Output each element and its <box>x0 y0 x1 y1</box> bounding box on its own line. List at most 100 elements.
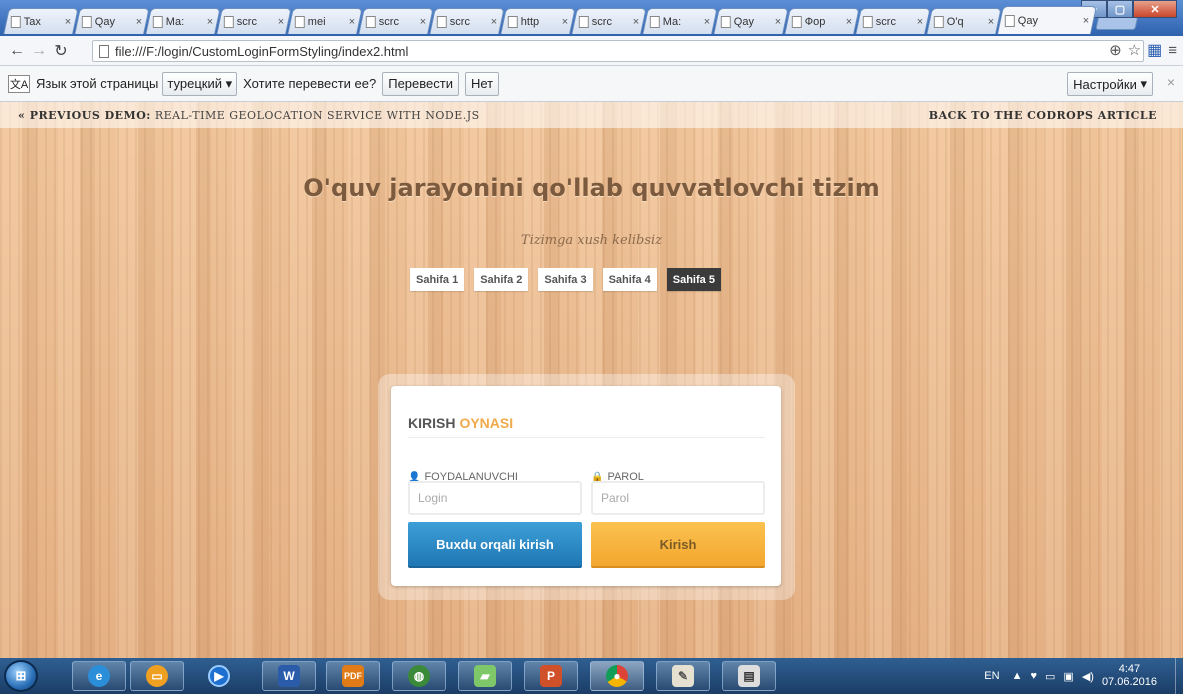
close-icon[interactable]: × <box>490 16 496 28</box>
close-icon[interactable]: × <box>561 16 567 28</box>
taskbar-powerpoint[interactable]: P <box>524 661 578 691</box>
browser-tab-active[interactable]: Qay × <box>997 6 1097 34</box>
bookmark-star-icon[interactable]: ☆ <box>1128 41 1141 59</box>
url-text: file:///F:/login/CustomLoginFormStyling/… <box>115 43 409 59</box>
barcode-login-button[interactable]: Buxdu orqali kirish <box>408 522 582 568</box>
language-select[interactable]: турецкий ▾ <box>162 71 238 96</box>
taskbar-explorer[interactable]: ▭ <box>130 661 184 691</box>
nav-sahifa-2[interactable]: Sahifa 2 <box>474 268 529 291</box>
close-icon[interactable]: × <box>206 16 212 28</box>
login-button[interactable]: Kirish <box>591 522 765 568</box>
browser-tab[interactable]: http × <box>500 8 576 34</box>
tray-up-arrow-icon[interactable]: ▲ <box>1012 670 1023 682</box>
browser-tab[interactable]: Ma: × <box>145 8 221 34</box>
no-button[interactable]: Нет <box>464 71 500 96</box>
login-input[interactable]: Login <box>408 481 582 515</box>
nav-sahifa-5[interactable]: Sahifa 5 <box>666 268 721 291</box>
browser-tab[interactable]: scrc × <box>429 8 505 34</box>
window-close-icon[interactable]: ✕ <box>1133 0 1177 18</box>
clock[interactable]: 4:47 07.06.2016 <box>1102 663 1157 689</box>
close-icon[interactable]: × <box>774 16 780 28</box>
paint-icon: ✎ <box>672 665 694 687</box>
nav-sahifa-3[interactable]: Sahifa 3 <box>538 268 593 291</box>
browser-tab-strip: Tax × Qay × Ma: × scrc × mei × scrc × scrc × ht… <box>0 0 1183 36</box>
nav-sahifa-4[interactable]: Sahifa 4 <box>602 268 657 291</box>
page-icon <box>791 15 802 28</box>
form-heading-main: KIRISH <box>408 415 456 431</box>
translate-button[interactable]: Перевести <box>382 71 459 96</box>
browser-tab[interactable]: scrc × <box>855 8 931 34</box>
close-icon[interactable]: × <box>987 16 993 28</box>
page-icon <box>507 15 518 28</box>
menu-icon[interactable]: ≡ <box>1168 42 1177 59</box>
maximize-icon[interactable]: ▢ <box>1107 0 1133 18</box>
browser-tab[interactable]: Ma: × <box>642 8 718 34</box>
browser-tab[interactable]: Фор × <box>784 8 860 34</box>
apps-grid-icon[interactable]: ▦ <box>1147 40 1162 60</box>
back-to-article-link[interactable]: BACK TO THE CODROPS ARTICLE <box>929 109 1157 122</box>
page-icon <box>81 15 92 28</box>
close-icon[interactable]: × <box>703 16 709 28</box>
tab-title: Qay <box>1017 14 1039 27</box>
taskbar-ie[interactable]: e <box>72 661 126 691</box>
chevron-down-icon: ▾ <box>225 75 233 91</box>
browser-tab[interactable]: Tax × <box>3 8 79 34</box>
page-subtitle: Tizimga xush kelibsiz <box>520 233 663 248</box>
settings-button[interactable]: Настройки ▾ <box>1067 72 1153 96</box>
screen-icon[interactable]: ▭ <box>1045 670 1055 683</box>
tab-title: mei <box>307 15 326 28</box>
close-icon[interactable]: × <box>632 16 638 28</box>
nav-sahifa-1[interactable]: Sahifa 1 <box>410 268 465 291</box>
taskbar-pdf[interactable]: PDF <box>326 661 380 691</box>
page-nav: Sahifa 1 Sahifa 2 Sahifa 3 Sahifa 4 Sahi… <box>410 268 721 291</box>
translate-icon: 文A <box>8 74 30 93</box>
language-indicator[interactable]: EN <box>984 670 999 682</box>
back-arrow-icon[interactable]: ← <box>6 42 28 60</box>
browser-tab[interactable]: scrc × <box>571 8 647 34</box>
browser-tab[interactable]: Qay × <box>74 8 150 34</box>
page-icon <box>223 15 234 28</box>
password-input[interactable]: Parol <box>591 481 765 515</box>
close-icon[interactable]: × <box>1167 74 1175 90</box>
address-bar[interactable]: file:///F:/login/CustomLoginFormStyling/… <box>92 40 1144 62</box>
close-icon[interactable]: × <box>419 16 425 28</box>
settings-label: Настройки <box>1073 76 1137 92</box>
forward-arrow-icon[interactable]: → <box>28 42 50 60</box>
browser-tab[interactable]: scrc × <box>216 8 292 34</box>
taskbar-chrome[interactable]: ● <box>590 661 644 691</box>
taskbar-globe[interactable]: ◍ <box>392 661 446 691</box>
browser-toolbar: ← → ↻ file:///F:/login/CustomLoginFormSt… <box>0 36 1183 66</box>
tab-title: Qay <box>733 15 755 28</box>
zoom-icon[interactable]: ⊕ <box>1109 41 1122 59</box>
reload-icon[interactable]: ↻ <box>50 41 72 61</box>
taskbar-notes[interactable]: ▰ <box>458 661 512 691</box>
taskbar-calculator[interactable]: ▤ <box>722 661 776 691</box>
taskbar-media[interactable]: ▶ <box>196 661 242 691</box>
browser-tab[interactable]: scrc × <box>358 8 434 34</box>
start-button[interactable]: ⊞ <box>4 660 38 692</box>
network-icon[interactable]: ▣ <box>1063 670 1073 683</box>
login-form-frame: KIRISH OYNASI 👤 FOYDALANUVCHI 🔒 PAROL Login… <box>378 374 795 600</box>
volume-icon[interactable]: ◀) <box>1082 670 1094 683</box>
play-icon: ▶ <box>208 665 230 687</box>
browser-tab[interactable]: mei × <box>287 8 363 34</box>
close-icon[interactable]: × <box>135 16 141 28</box>
show-desktop-button[interactable] <box>1175 658 1183 694</box>
close-icon[interactable]: × <box>916 16 922 28</box>
page-icon <box>365 15 376 28</box>
shield-icon[interactable]: ♥ <box>1030 670 1037 682</box>
close-icon[interactable]: × <box>64 16 70 28</box>
close-icon[interactable]: × <box>348 16 354 28</box>
notes-icon: ▰ <box>474 665 496 687</box>
page-icon <box>294 15 305 28</box>
taskbar-word[interactable]: W <box>262 661 316 691</box>
close-icon[interactable]: × <box>1082 15 1088 27</box>
close-icon[interactable]: × <box>277 16 283 28</box>
browser-tab[interactable]: O'q × <box>926 8 1002 34</box>
previous-demo-link[interactable]: « PREVIOUS DEMO: REAL-TIME GEOLOCATION S… <box>18 109 480 122</box>
tab-title: scrc <box>378 15 400 28</box>
clock-date: 07.06.2016 <box>1101 676 1157 688</box>
taskbar-paint[interactable]: ✎ <box>656 661 710 691</box>
close-icon[interactable]: × <box>845 16 851 28</box>
browser-tab[interactable]: Qay × <box>713 8 789 34</box>
